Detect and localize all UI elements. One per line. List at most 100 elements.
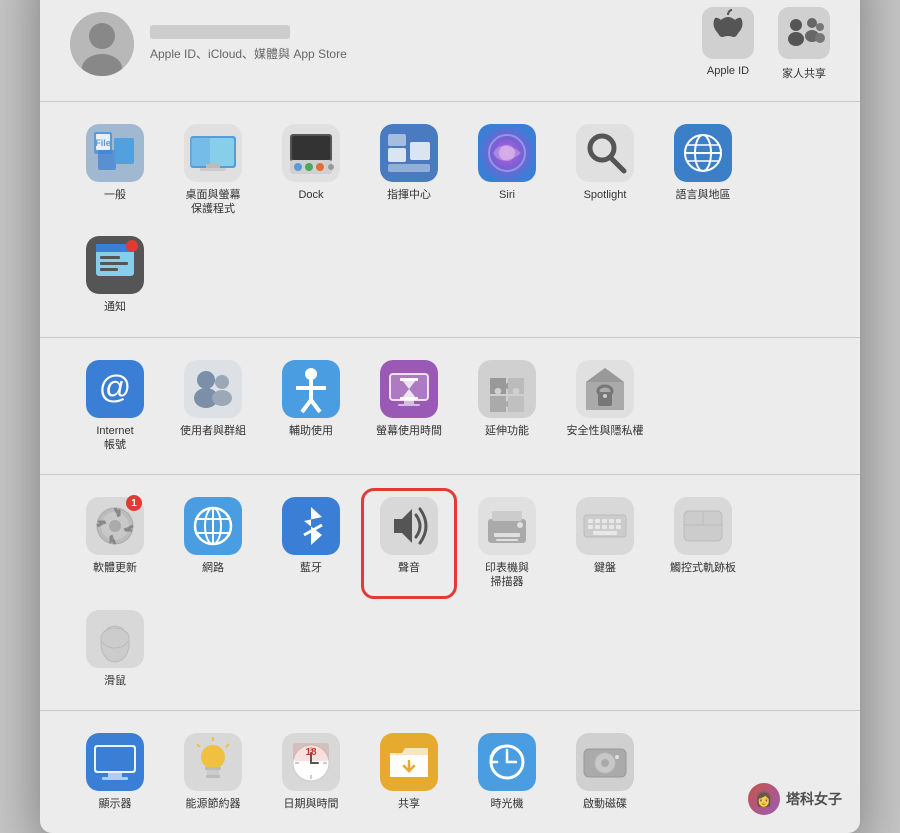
extensions-icon [478, 360, 536, 418]
watermark-avatar: 👩 [748, 783, 780, 815]
section-general: File 一般 [40, 102, 860, 338]
svg-text:@: @ [99, 369, 131, 405]
keyboard-icon [576, 497, 634, 555]
energy-saver-item[interactable]: 能源節約器 [168, 727, 258, 817]
date-time-icon: 18 [282, 733, 340, 791]
displays-icon [86, 733, 144, 791]
notifications-label: 通知 [104, 300, 126, 314]
network-item[interactable]: 網路 [168, 491, 258, 596]
siri-label: Siri [499, 188, 515, 202]
screen-time-icon [380, 360, 438, 418]
trackpad-item[interactable]: 觸控式軌跡板 [658, 491, 748, 596]
network-label: 網路 [202, 561, 224, 575]
section-system: 顯示器 [40, 711, 860, 833]
trackpad-label: 觸控式軌跡板 [670, 561, 736, 575]
internet-accounts-icon: @ [86, 360, 144, 418]
printers-scanners-item[interactable]: 印表機與掃描器 [462, 491, 552, 596]
profile-name-bar [150, 25, 290, 39]
users-groups-item[interactable]: 使用者與群組 [168, 354, 258, 459]
mission-control-label: 指揮中心 [387, 188, 431, 202]
time-machine-label: 時光機 [491, 797, 524, 811]
spotlight-label: Spotlight [584, 188, 627, 202]
mission-control-item[interactable]: 指揮中心 [364, 118, 454, 223]
icon-grid-3: 1 軟體更新 [70, 491, 830, 694]
section-accounts: @ Internet帳號 [40, 338, 860, 476]
accessibility-icon [282, 360, 340, 418]
sound-item[interactable]: 聲音 [364, 491, 454, 596]
energy-saver-icon [184, 733, 242, 791]
trackpad-icon [674, 497, 732, 555]
extensions-item[interactable]: 延伸功能 [462, 354, 552, 459]
mouse-label: 滑鼠 [104, 674, 126, 688]
bluetooth-label: 藍牙 [300, 561, 322, 575]
sharing-label: 共享 [398, 797, 420, 811]
language-region-label: 語言與地區 [676, 188, 731, 202]
time-machine-item[interactable]: 時光機 [462, 727, 552, 817]
date-time-label: 日期與時間 [284, 797, 339, 811]
startup-disk-item[interactable]: 啟動磁碟 [560, 727, 650, 817]
startup-disk-label: 啟動磁碟 [583, 797, 627, 811]
desktop-screensaver-icon [184, 124, 242, 182]
family-sharing-label: 家人共享 [782, 65, 826, 81]
sharing-icon [380, 733, 438, 791]
apple-id-button[interactable]: Apple ID [702, 7, 754, 81]
security-privacy-item[interactable]: 安全性與隱私權 [560, 354, 650, 459]
language-region-item[interactable]: 語言與地區 [658, 118, 748, 223]
icon-grid-4: 顯示器 [70, 727, 830, 817]
section-hardware: 1 軟體更新 [40, 475, 860, 711]
dock-label: Dock [298, 188, 323, 202]
language-region-icon [674, 124, 732, 182]
date-time-item[interactable]: 18 日期與時間 [266, 727, 356, 817]
energy-saver-label: 能源節約器 [186, 797, 241, 811]
users-groups-label: 使用者與群組 [180, 424, 246, 438]
accessibility-item[interactable]: 輔助使用 [266, 354, 356, 459]
svg-text:18: 18 [305, 747, 317, 758]
svg-text:File: File [95, 138, 111, 148]
desktop-screensaver-label: 桌面與螢幕保護程式 [186, 188, 241, 217]
dock-icon [282, 124, 340, 182]
icon-grid-1: File 一般 [70, 118, 830, 321]
printers-scanners-icon [478, 497, 536, 555]
siri-item[interactable]: Siri [462, 118, 552, 223]
bluetooth-icon [282, 497, 340, 555]
apple-id-label: Apple ID [707, 65, 749, 77]
sharing-item[interactable]: 共享 [364, 727, 454, 817]
screen-time-label: 螢幕使用時間 [376, 424, 442, 438]
displays-item[interactable]: 顯示器 [70, 727, 160, 817]
watermark: 👩 塔科女子 [748, 783, 842, 815]
mouse-icon [86, 610, 144, 668]
bluetooth-item[interactable]: 藍牙 [266, 491, 356, 596]
general-icon: File [86, 124, 144, 182]
family-sharing-button[interactable]: 家人共享 [778, 7, 830, 81]
content-area: Apple ID、iCloud、媒體與 App Store [40, 0, 860, 833]
general-item[interactable]: File 一般 [70, 118, 160, 223]
screen-time-item[interactable]: 螢幕使用時間 [364, 354, 454, 459]
software-update-item[interactable]: 1 軟體更新 [70, 491, 160, 596]
internet-accounts-item[interactable]: @ Internet帳號 [70, 354, 160, 459]
security-privacy-label: 安全性與隱私權 [567, 424, 644, 438]
avatar[interactable] [70, 12, 134, 76]
keyboard-item[interactable]: 鍵盤 [560, 491, 650, 596]
displays-label: 顯示器 [99, 797, 132, 811]
keyboard-label: 鍵盤 [594, 561, 616, 575]
icon-grid-2: @ Internet帳號 [70, 354, 830, 459]
dock-item[interactable]: Dock [266, 118, 356, 223]
network-icon [184, 497, 242, 555]
notifications-item[interactable]: 通知 [70, 230, 160, 320]
general-label: 一般 [104, 188, 126, 202]
spotlight-item[interactable]: Spotlight [560, 118, 650, 223]
mouse-item[interactable]: 滑鼠 [70, 604, 160, 694]
siri-icon [478, 124, 536, 182]
sound-icon [380, 497, 438, 555]
profile-icons: Apple ID [702, 7, 830, 81]
sound-label: 聲音 [398, 561, 420, 575]
time-machine-icon [478, 733, 536, 791]
mission-control-icon [380, 124, 438, 182]
spotlight-icon [576, 124, 634, 182]
security-privacy-icon [576, 360, 634, 418]
software-update-label: 軟體更新 [93, 561, 137, 575]
profile-subtitle: Apple ID、iCloud、媒體與 App Store [150, 45, 702, 62]
desktop-screensaver-item[interactable]: 桌面與螢幕保護程式 [168, 118, 258, 223]
users-groups-icon [184, 360, 242, 418]
profile-section: Apple ID、iCloud、媒體與 App Store [40, 0, 860, 102]
